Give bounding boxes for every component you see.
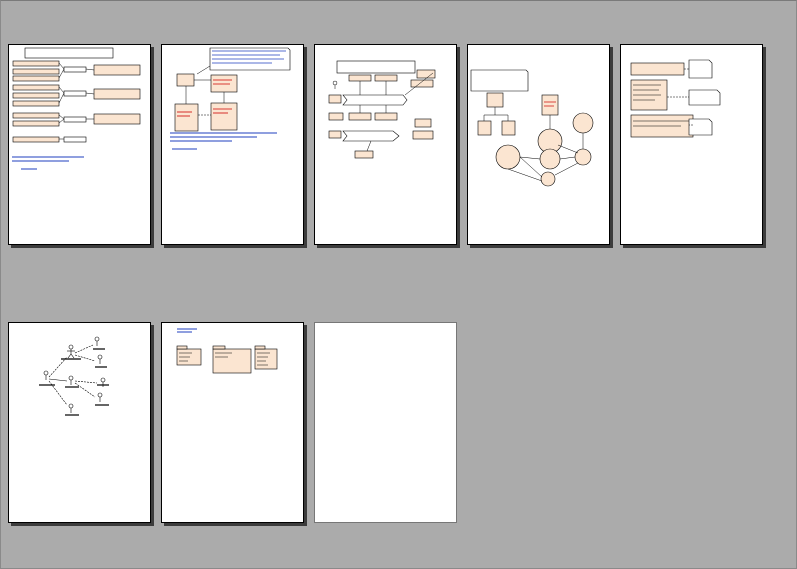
page-thumbnail-5[interactable]: 5 (620, 44, 763, 245)
diagram-thumbnail-icon (470, 69, 594, 187)
diagram-thumbnail-icon (328, 60, 436, 159)
diagram-thumbnail-icon (12, 47, 141, 170)
page-thumbnail-7[interactable]: 7 (161, 322, 304, 523)
page-thumbnail-8[interactable]: 8 (314, 322, 457, 523)
diagram-thumbnail-icon (39, 336, 109, 416)
page-thumbnail-3[interactable]: 3 (314, 44, 457, 245)
page-thumbnail-6[interactable]: 6 (8, 322, 151, 523)
diagram-thumbnail-icon (176, 328, 278, 374)
diagram-thumbnail-icon (170, 47, 291, 150)
page-thumbnail-2[interactable]: 2 (161, 44, 304, 245)
diagram-thumbnail-icon (630, 59, 721, 138)
page-thumbnail-4[interactable]: 4 (467, 44, 610, 245)
print-preview-area[interactable]: 1 (0, 0, 797, 569)
page-thumbnail-1[interactable]: 1 (8, 44, 151, 245)
